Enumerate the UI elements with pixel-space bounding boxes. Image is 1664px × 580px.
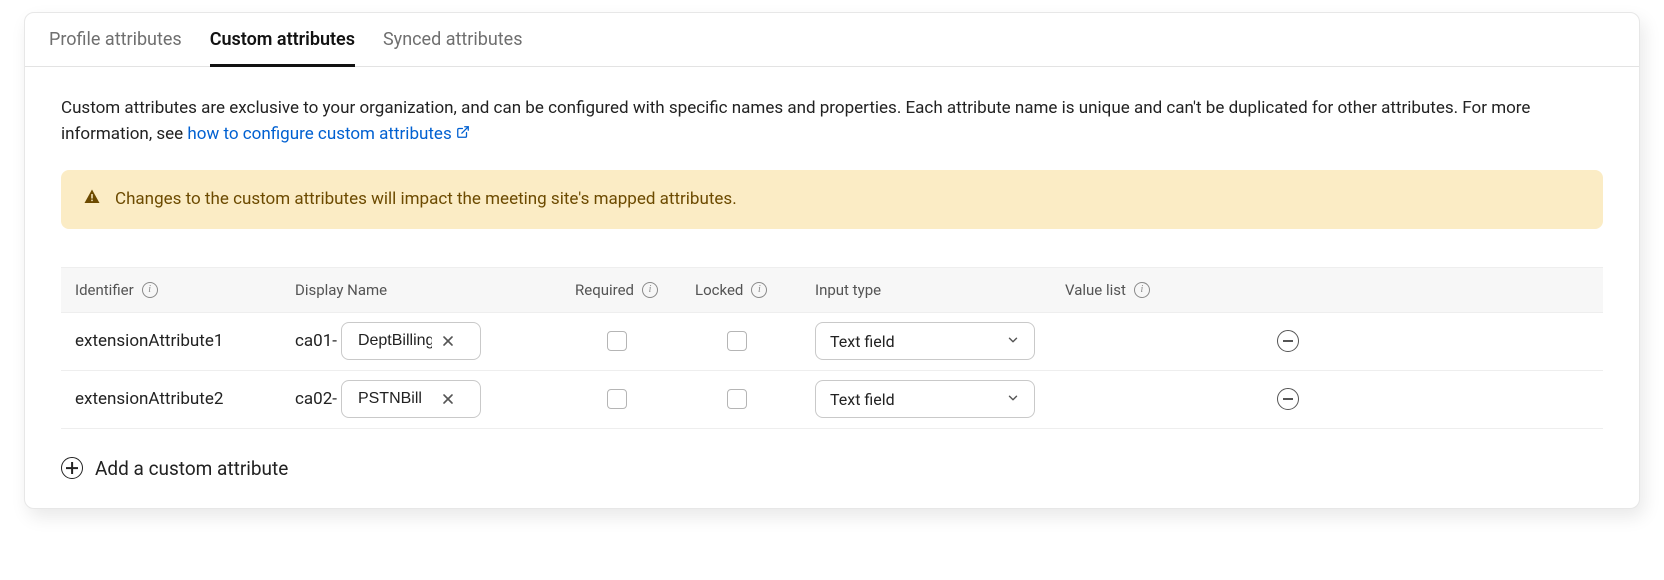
info-icon[interactable]: i	[642, 282, 658, 298]
help-link-configure-custom-attributes[interactable]: how to configure custom attributes	[187, 124, 470, 144]
display-name-prefix: ca01-	[295, 331, 337, 351]
th-locked-label: Locked	[695, 281, 743, 299]
chevron-down-icon	[1006, 332, 1020, 351]
clear-input-icon[interactable]	[438, 389, 458, 409]
add-custom-attribute-button[interactable]: Add a custom attribute	[61, 457, 1603, 480]
display-name-input-wrap	[341, 322, 481, 360]
cell-display-name: ca02-	[281, 380, 561, 418]
cell-display-name: ca01-	[281, 322, 561, 360]
plus-circle-icon	[61, 457, 83, 479]
cell-identifier: extensionAttribute2	[61, 389, 281, 409]
th-display-name: Display Name	[281, 281, 561, 299]
required-checkbox[interactable]	[607, 389, 627, 409]
display-name-prefix: ca02-	[295, 389, 337, 409]
description-text: Custom attributes are exclusive to your …	[61, 95, 1603, 148]
attributes-table: Identifier i Display Name Required i Loc…	[61, 267, 1603, 429]
th-value-list: Value list i	[1051, 281, 1241, 299]
th-display-name-label: Display Name	[295, 281, 387, 299]
tabs-row: Profile attributes Custom attributes Syn…	[25, 13, 1639, 67]
th-required-label: Required	[575, 281, 634, 299]
input-type-value: Text field	[830, 332, 895, 351]
cell-locked	[681, 389, 801, 409]
th-value-list-label: Value list	[1065, 281, 1126, 299]
th-identifier-label: Identifier	[75, 281, 134, 299]
remove-row-button[interactable]	[1277, 330, 1299, 352]
cell-identifier: extensionAttribute1	[61, 331, 281, 351]
clear-input-icon[interactable]	[438, 331, 458, 351]
th-input-type: Input type	[801, 281, 1051, 299]
th-identifier: Identifier i	[61, 281, 281, 299]
add-custom-attribute-label: Add a custom attribute	[95, 457, 288, 480]
custom-attributes-card: Profile attributes Custom attributes Syn…	[24, 12, 1640, 509]
cell-locked	[681, 331, 801, 351]
input-type-value: Text field	[830, 390, 895, 409]
cell-remove	[1241, 388, 1321, 410]
tab-synced-attributes[interactable]: Synced attributes	[383, 29, 523, 67]
table-row: extensionAttribute1 ca01-	[61, 313, 1603, 371]
cell-required	[561, 389, 681, 409]
table-header-row: Identifier i Display Name Required i Loc…	[61, 267, 1603, 313]
cell-required	[561, 331, 681, 351]
info-icon[interactable]: i	[751, 282, 767, 298]
display-name-input[interactable]	[356, 389, 434, 409]
th-locked: Locked i	[681, 281, 801, 299]
warning-banner-text: Changes to the custom attributes will im…	[115, 189, 737, 209]
th-required: Required i	[561, 281, 681, 299]
warning-banner: Changes to the custom attributes will im…	[61, 170, 1603, 229]
info-icon[interactable]: i	[1134, 282, 1150, 298]
display-name-input[interactable]	[356, 331, 434, 351]
input-type-select[interactable]: Text field	[815, 380, 1035, 418]
tab-custom-attributes[interactable]: Custom attributes	[210, 29, 355, 67]
tab-profile-attributes[interactable]: Profile attributes	[49, 29, 182, 67]
info-icon[interactable]: i	[142, 282, 158, 298]
chevron-down-icon	[1006, 390, 1020, 409]
cell-input-type: Text field	[801, 322, 1051, 360]
display-name-input-wrap	[341, 380, 481, 418]
locked-checkbox[interactable]	[727, 389, 747, 409]
cell-input-type: Text field	[801, 380, 1051, 418]
help-link-text: how to configure custom attributes	[187, 124, 451, 144]
external-link-icon	[456, 128, 470, 143]
remove-row-button[interactable]	[1277, 388, 1299, 410]
locked-checkbox[interactable]	[727, 331, 747, 351]
table-row: extensionAttribute2 ca02-	[61, 371, 1603, 429]
warning-triangle-icon	[83, 188, 101, 211]
required-checkbox[interactable]	[607, 331, 627, 351]
th-input-type-label: Input type	[815, 281, 881, 299]
cell-remove	[1241, 330, 1321, 352]
input-type-select[interactable]: Text field	[815, 322, 1035, 360]
